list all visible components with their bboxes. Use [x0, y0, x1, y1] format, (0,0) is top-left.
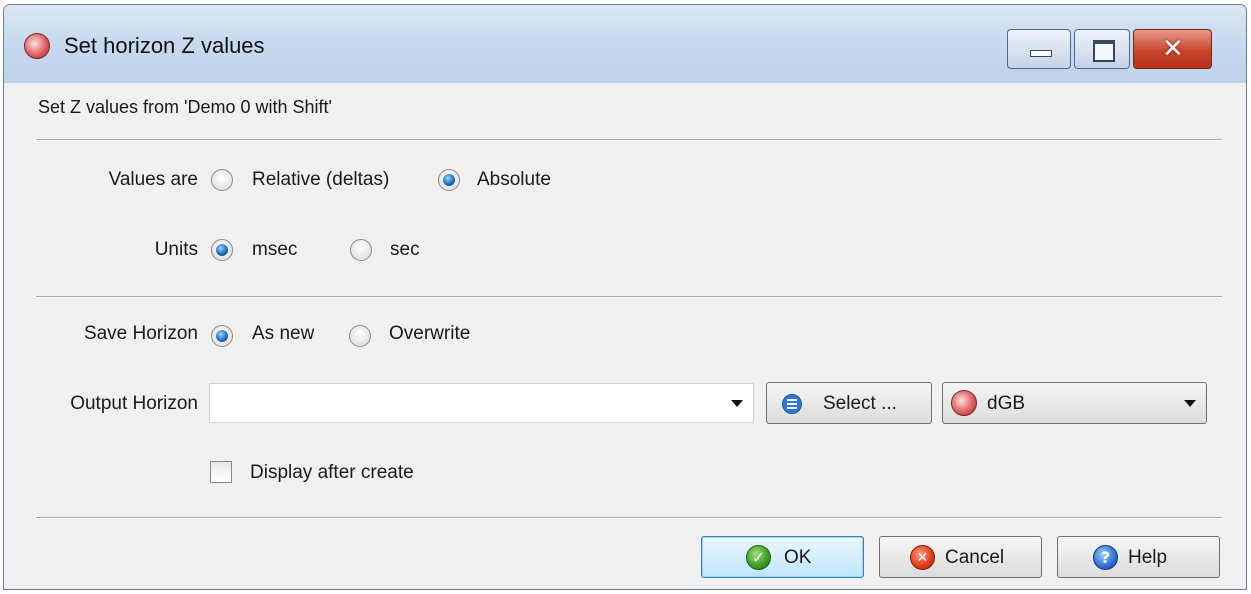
close-icon: ✕ [1162, 34, 1184, 64]
radio-as-new[interactable] [211, 325, 233, 347]
output-horizon-label: Output Horizon [70, 393, 198, 414]
maximize-button[interactable] [1074, 29, 1130, 69]
cancel-button[interactable]: ✕ Cancel [879, 536, 1042, 578]
cancel-button-label: Cancel [945, 547, 1005, 568]
ok-button[interactable]: ✓ OK [701, 536, 864, 578]
check-icon: ✓ [746, 545, 771, 570]
app-icon [24, 33, 50, 59]
title-bar[interactable]: Set horizon Z values ✕ [4, 5, 1246, 83]
ok-button-label: OK [784, 547, 812, 568]
dialog-content: Set Z values from 'Demo 0 with Shift' Va… [4, 83, 1246, 589]
option-sec-label[interactable]: sec [390, 239, 420, 261]
window-title: Set horizon Z values [64, 33, 265, 58]
display-after-create-checkbox[interactable] [210, 461, 232, 483]
radio-sec[interactable] [350, 239, 372, 261]
option-absolute-label[interactable]: Absolute [477, 169, 551, 191]
maximize-icon [1093, 40, 1115, 62]
minimize-button[interactable] [1007, 29, 1071, 69]
database-select[interactable]: dGB [942, 382, 1207, 424]
database-icon [951, 390, 977, 416]
option-msec-label[interactable]: msec [252, 239, 297, 261]
list-icon [782, 394, 802, 414]
minimize-icon [1030, 50, 1052, 57]
database-value: dGB [987, 393, 1026, 414]
select-button[interactable]: Select ... [766, 382, 932, 424]
units-label: Units [154, 239, 198, 260]
option-overwrite-label[interactable]: Overwrite [389, 323, 470, 345]
dialog-subtitle: Set Z values from 'Demo 0 with Shift' [38, 97, 332, 117]
help-button-label: Help [1128, 547, 1168, 568]
close-button[interactable]: ✕ [1133, 29, 1212, 69]
display-after-create-label[interactable]: Display after create [250, 462, 414, 484]
option-as-new-label[interactable]: As new [252, 323, 314, 345]
select-button-label: Select ... [823, 393, 897, 414]
dialog-window: Set horizon Z values ✕ Set Z values from… [3, 4, 1247, 590]
chevron-down-icon [1184, 400, 1196, 407]
output-horizon-combo[interactable] [209, 383, 754, 423]
help-icon: ? [1093, 545, 1118, 570]
radio-msec[interactable] [211, 239, 233, 261]
chevron-down-icon[interactable] [731, 400, 743, 407]
separator [36, 517, 1222, 519]
radio-relative-deltas[interactable] [211, 169, 233, 191]
help-button[interactable]: ? Help [1057, 536, 1220, 578]
radio-overwrite[interactable] [349, 325, 371, 347]
cancel-icon: ✕ [910, 545, 935, 570]
separator [36, 296, 1222, 298]
separator [36, 139, 1222, 141]
option-relative-deltas-label[interactable]: Relative (deltas) [252, 169, 389, 191]
save-horizon-label: Save Horizon [83, 323, 198, 344]
values-are-label: Values are [108, 169, 198, 190]
radio-absolute[interactable] [438, 169, 460, 191]
